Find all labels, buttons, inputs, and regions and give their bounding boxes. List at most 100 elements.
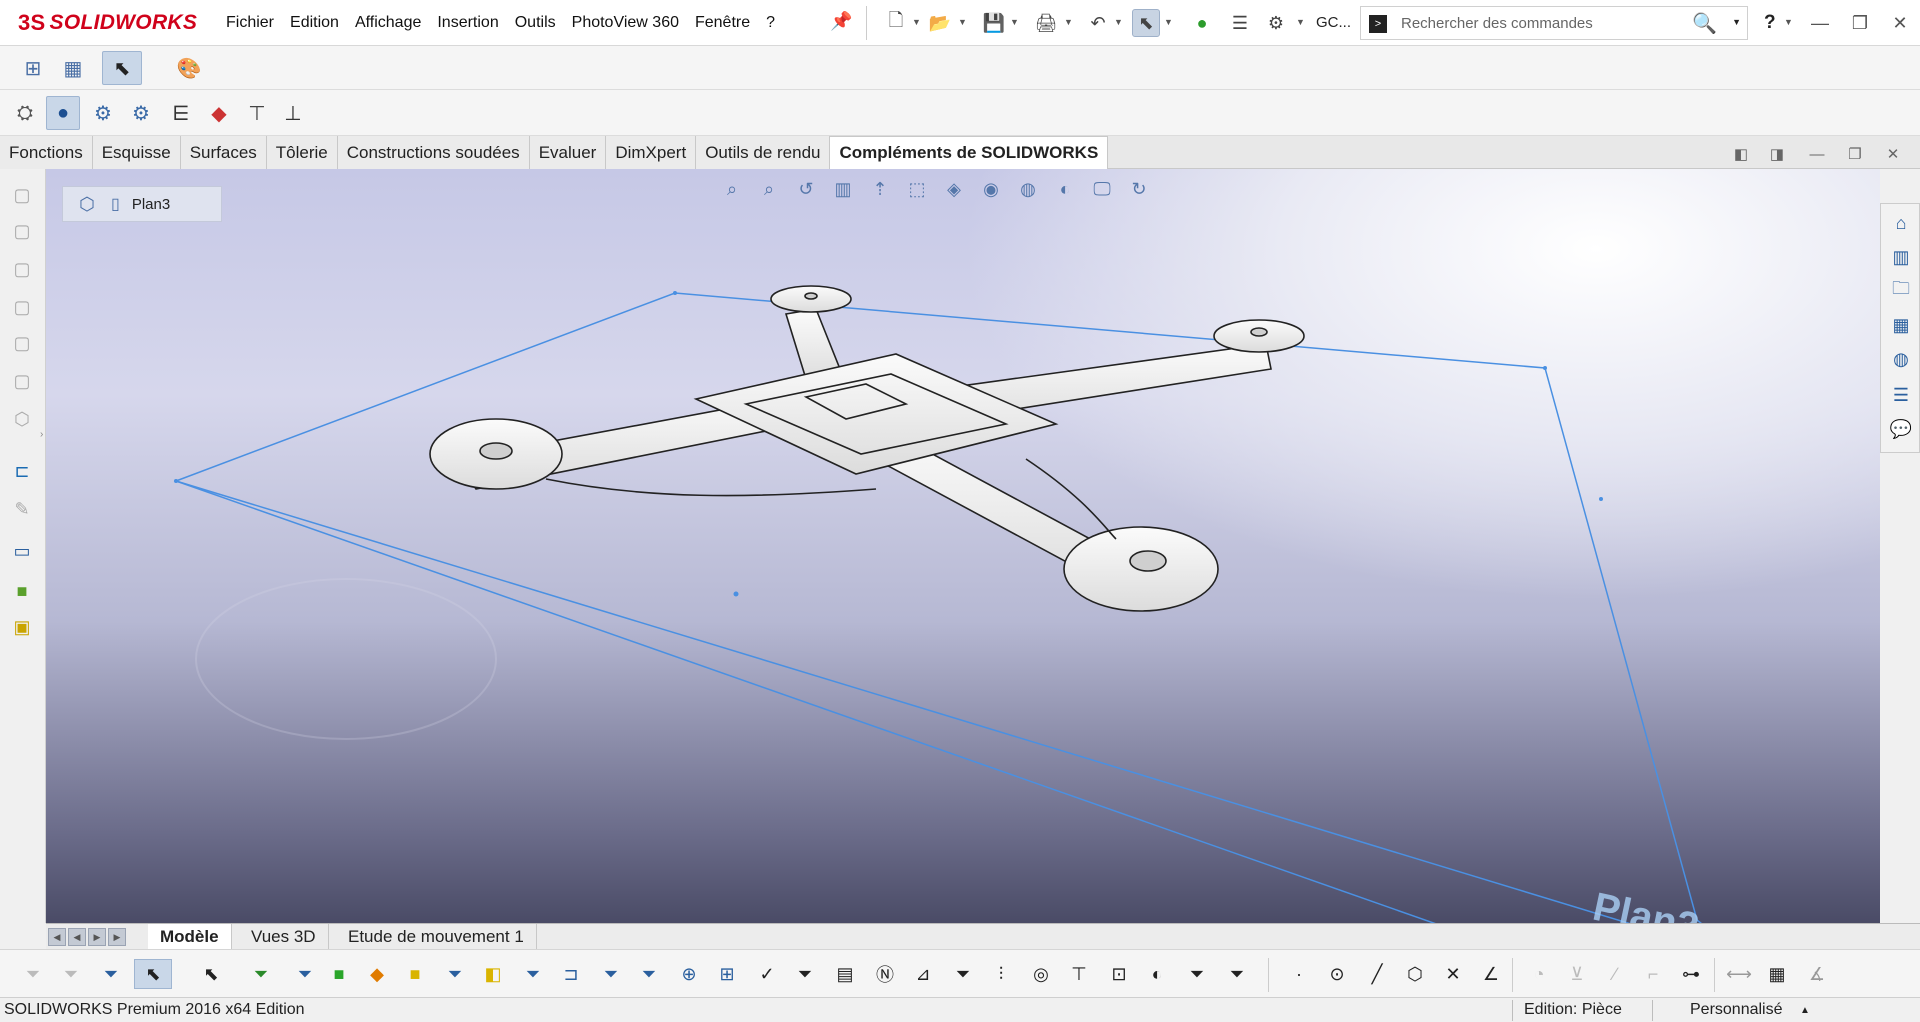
extend-icon[interactable]: ⊻ <box>1562 959 1592 989</box>
filter-mesh-icon[interactable]: ⏷ <box>1182 959 1212 989</box>
angle-icon[interactable]: ∠ <box>1476 959 1506 989</box>
filter-surfaces-icon[interactable]: ◆ <box>362 959 392 989</box>
section-view-icon[interactable]: ▥ <box>829 175 857 203</box>
feature-tree-icon[interactable]: ⋿ <box>164 96 198 130</box>
shaded-view-icon[interactable]: ● <box>46 96 80 130</box>
menu-edition[interactable]: Edition <box>282 14 347 32</box>
new-document-icon[interactable]: 🗋 <box>882 9 910 37</box>
filter-surface-finish-icon[interactable]: ✓ <box>752 959 782 989</box>
tab-modele[interactable]: Modèle <box>148 924 232 950</box>
zoom-to-fit-icon[interactable]: ⌕ <box>718 175 746 203</box>
filter-midpoints-icon[interactable]: ⏷ <box>596 959 626 989</box>
filter-solids-icon[interactable]: ■ <box>400 959 430 989</box>
sketch-tool-icon[interactable]: ✎ <box>8 495 36 523</box>
last-tab-icon[interactable]: ▶ <box>108 928 126 946</box>
menu-insertion[interactable]: Insertion <box>429 14 506 32</box>
file-explorer-icon[interactable]: 🗀 <box>1886 276 1916 306</box>
filter-vertices-icon[interactable]: ⏷ <box>246 959 276 989</box>
filter-toggle-icon[interactable]: ⏷ <box>18 959 48 989</box>
menu-fichier[interactable]: Fichier <box>218 14 282 32</box>
view-front-icon[interactable]: ▢ <box>8 181 36 209</box>
menu-fenetre[interactable]: Fenêtre <box>687 14 758 32</box>
open-folder-icon[interactable]: 📂 <box>926 9 954 37</box>
plane-icon[interactable]: ▯ <box>111 194 120 214</box>
previous-view-icon[interactable]: ↺ <box>792 175 820 203</box>
design-library-icon[interactable]: ▥ <box>1886 242 1916 272</box>
file-properties-icon[interactable]: ☰ <box>1226 9 1254 37</box>
trim-icon[interactable]: ◔ <box>1524 959 1554 989</box>
filter-sketch-segments-icon[interactable]: ⊐ <box>556 959 586 989</box>
hide-show-items-icon[interactable]: ◉ <box>977 175 1005 203</box>
filter-weld-symbols-icon[interactable]: ⊿ <box>908 959 938 989</box>
tab-evaluer[interactable]: Evaluer <box>529 136 607 169</box>
filter-blocks-icon[interactable]: ◎ <box>1026 959 1056 989</box>
view-palette-icon[interactable]: ▦ <box>1886 310 1916 340</box>
filter-clear-icon[interactable]: ⏷ <box>56 959 86 989</box>
undo-icon[interactable]: ↶ <box>1084 9 1112 37</box>
plane-handle[interactable] <box>733 591 739 597</box>
filter-datum-icon[interactable]: ⏷ <box>948 959 978 989</box>
units-dropdown-icon[interactable]: ▲ <box>1800 1005 1810 1016</box>
menu-affichage[interactable]: Affichage <box>347 14 429 32</box>
panel-right-icon[interactable]: ◨ <box>1766 144 1788 164</box>
pin-menu-icon[interactable]: 📌 <box>830 11 852 33</box>
panel-collapse-handle[interactable]: › <box>40 429 43 440</box>
filter-points-icon[interactable]: ⏷ <box>518 959 548 989</box>
view-settings-icon[interactable]: 🖵 <box>1088 175 1116 203</box>
offset-icon[interactable]: ∕ <box>1600 959 1630 989</box>
help-dropdown-icon[interactable]: ▼ <box>1784 12 1794 32</box>
horizontal-dimension-icon[interactable]: ⟷ <box>1724 959 1754 989</box>
breadcrumb-item[interactable]: Plan3 <box>132 196 170 213</box>
open-dropdown-icon[interactable]: ▼ <box>958 12 968 32</box>
dimension-icon[interactable]: ⊥ <box>276 96 310 130</box>
view-right-icon[interactable]: ▢ <box>8 293 36 321</box>
plane-handle[interactable] <box>1599 497 1603 501</box>
view-left-icon[interactable]: ▢ <box>8 255 36 283</box>
doc-restore-icon[interactable]: ❐ <box>1844 144 1866 164</box>
line-icon[interactable]: ╱ <box>1362 959 1392 989</box>
rectangle-tool-icon[interactable]: ▭ <box>8 537 36 565</box>
normal-to-icon[interactable]: ⊏ <box>8 457 36 485</box>
assembly-icon[interactable]: ⚙ <box>86 96 120 130</box>
tab-fonctions[interactable]: Fonctions <box>0 136 93 169</box>
restore-window-icon[interactable]: ❐ <box>1840 8 1880 38</box>
hammer-icon[interactable]: ⊤ <box>240 96 274 130</box>
close-window-icon[interactable]: ✕ <box>1880 8 1920 38</box>
tab-surfaces[interactable]: Surfaces <box>180 136 267 169</box>
filter-planes-icon[interactable]: ◧ <box>478 959 508 989</box>
filter-geom-tol-icon[interactable]: ⏷ <box>790 959 820 989</box>
tab-etude-de-mouvement[interactable]: Etude de mouvement 1 <box>336 924 537 950</box>
view-orientation-icon[interactable]: ⬚ <box>903 175 931 203</box>
select-tool-icon[interactable]: ⬉ <box>102 51 142 85</box>
gears-icon[interactable]: ⚙ <box>124 96 158 130</box>
dynamic-annotation-icon[interactable]: ⇡ <box>866 175 894 203</box>
plane-handle[interactable] <box>174 479 178 483</box>
appearance-ball-icon[interactable]: 🎨 <box>172 51 206 85</box>
plane-handle[interactable] <box>673 291 677 295</box>
design-tree-icon[interactable]: ⊞ <box>16 51 50 85</box>
save-dropdown-icon[interactable]: ▼ <box>1010 12 1020 32</box>
select-arrow-icon[interactable]: ⬉ <box>1132 9 1160 37</box>
filter-faces-icon[interactable]: ■ <box>324 959 354 989</box>
menu-help[interactable]: ? <box>758 14 783 32</box>
filter-centers-icon[interactable]: ⏷ <box>634 959 664 989</box>
filter-connection-points-icon[interactable]: ◐ <box>1142 959 1172 989</box>
tab-dimxpert[interactable]: DimXpert <box>606 136 697 169</box>
view-bottom-icon[interactable]: ▢ <box>8 367 36 395</box>
plane-handle[interactable] <box>1543 366 1547 370</box>
zoom-to-area-icon[interactable]: ⌕ <box>755 175 783 203</box>
units-system[interactable]: Personnalisé <box>1690 1001 1783 1019</box>
print-icon[interactable]: 🖨 <box>1032 9 1060 37</box>
smart-dimension-icon[interactable]: ⊶ <box>1676 959 1706 989</box>
model-canvas[interactable]: Plan3 <box>46 169 1880 923</box>
circle-icon[interactable]: ⊙ <box>1322 959 1352 989</box>
tab-complements[interactable]: Compléments de SOLIDWORKS <box>830 136 1109 169</box>
tab-esquisse[interactable]: Esquisse <box>92 136 181 169</box>
first-tab-icon[interactable]: ◀ <box>48 928 66 946</box>
edit-appearance-icon[interactable]: ◍ <box>1014 175 1042 203</box>
graphics-viewport[interactable]: Plan3 <box>46 169 1880 923</box>
extrude-icon[interactable]: ■ <box>8 577 36 605</box>
command-search[interactable]: > Rechercher des commandes 🔍 ▼ <box>1360 6 1748 40</box>
undo-dropdown-icon[interactable]: ▼ <box>1114 12 1124 32</box>
filter-notes-icon[interactable]: ▤ <box>830 959 860 989</box>
